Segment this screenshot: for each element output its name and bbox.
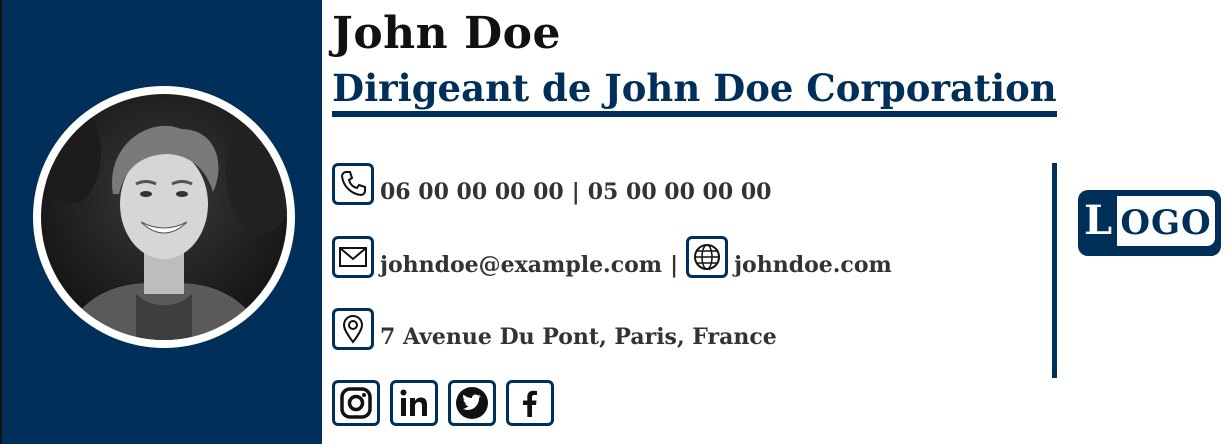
- social-links: [332, 380, 554, 426]
- vertical-divider: [1052, 163, 1057, 378]
- sidebar: [0, 0, 322, 444]
- avatar: [33, 86, 295, 348]
- twitter-icon[interactable]: [448, 380, 496, 426]
- address-row: 7 Avenue Du Pont, Paris, France: [332, 308, 777, 350]
- email-separator: |: [670, 252, 679, 278]
- profile-photo: [41, 94, 287, 340]
- address-text: 7 Avenue Du Pont, Paris, France: [380, 324, 777, 350]
- phone-row: 06 00 00 00 00 | 05 00 00 00 00: [332, 163, 771, 205]
- globe-icon: [686, 236, 729, 278]
- title-underline: [332, 111, 1057, 117]
- facebook-icon[interactable]: [506, 380, 554, 426]
- job-title: Dirigeant de John Doe Corporation: [332, 66, 1057, 110]
- person-name: John Doe: [332, 8, 561, 59]
- location-pin-icon: [332, 308, 374, 350]
- mail-icon: [332, 236, 374, 278]
- phone-separator: |: [571, 179, 580, 205]
- email-link[interactable]: johndoe@example.com: [380, 252, 662, 278]
- logo-first-letter: L: [1084, 197, 1113, 244]
- phone-office[interactable]: 05 00 00 00 00: [588, 179, 772, 205]
- email-row: johndoe@example.com | johndoe.com: [332, 236, 892, 278]
- company-logo: L OGO: [1078, 190, 1221, 256]
- phone-mobile[interactable]: 06 00 00 00 00: [380, 179, 564, 205]
- phone-icon: [332, 163, 374, 205]
- website-link[interactable]: johndoe.com: [734, 252, 892, 278]
- logo-rest-letters: OGO: [1117, 196, 1215, 246]
- instagram-icon[interactable]: [332, 380, 380, 426]
- linkedin-icon[interactable]: [390, 380, 438, 426]
